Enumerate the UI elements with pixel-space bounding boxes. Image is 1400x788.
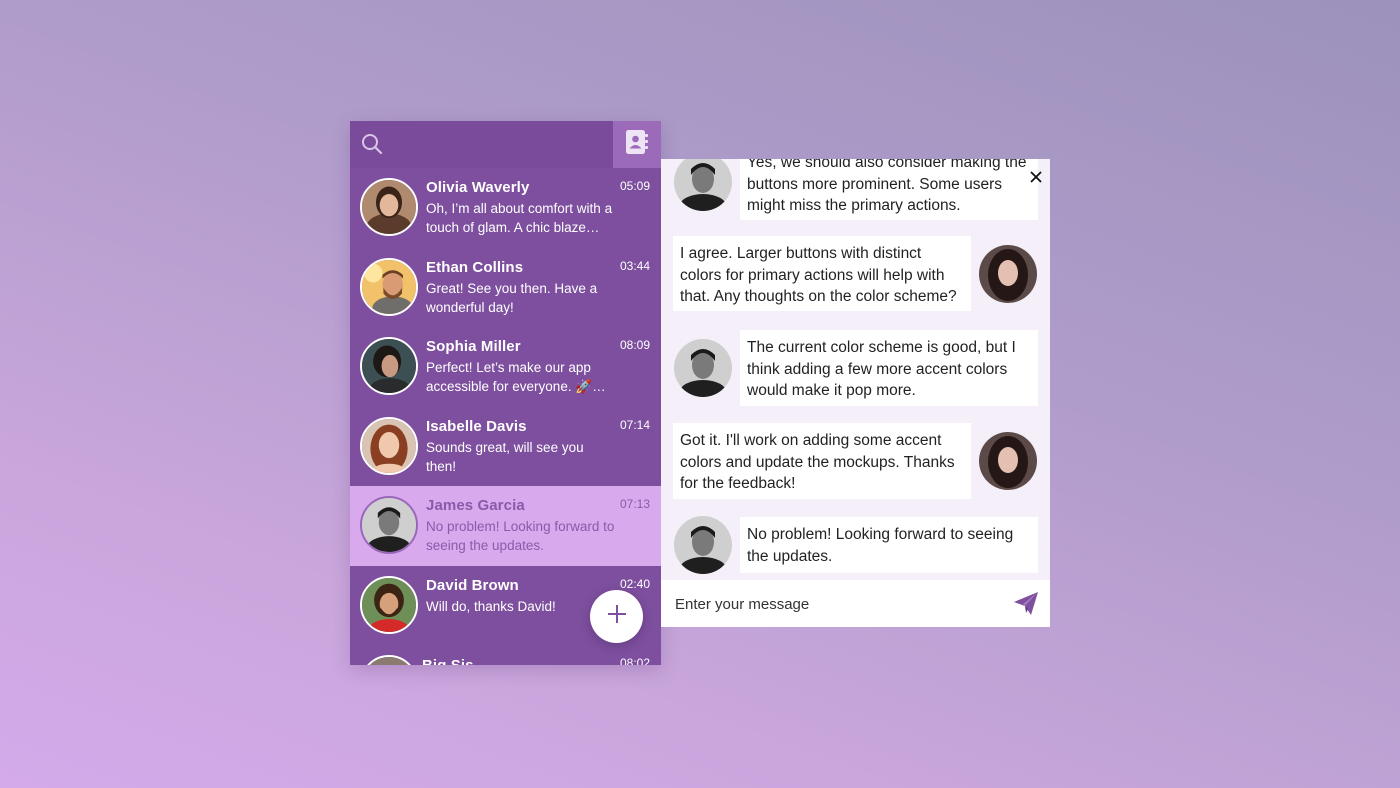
contact-item-isabelle-davis[interactable]: Isabelle Davis 07:14 Sounds great, will …: [350, 407, 661, 487]
my-avatar: [979, 245, 1037, 303]
contact-message-preview: No problem! Looking forward to seeing th…: [426, 519, 615, 553]
avatar: [360, 178, 418, 236]
my-avatar: [979, 432, 1037, 490]
contact-time: 08:09: [619, 338, 650, 352]
contact-time: 07:14: [619, 417, 650, 432]
chat-panel: Yes, we should also consider making the …: [661, 159, 1050, 627]
contact-item-sophia-miller[interactable]: Sophia Miller 08:09 Perfect! Let’s make …: [350, 327, 661, 407]
contact-message-preview: Perfect! Let’s make our app accessible f…: [426, 360, 606, 394]
contact-time: 07:13: [619, 497, 650, 511]
send-button[interactable]: [1012, 589, 1040, 617]
contact-time: 02:40: [619, 576, 650, 591]
contact-message-preview: Sounds great, will see you then!: [426, 439, 584, 474]
avatar: [360, 416, 418, 475]
message-bubble-sent: Got it. I'll work on adding some accent …: [673, 423, 971, 499]
sender-avatar: [674, 339, 732, 397]
message-bubble-sent: I agree. Larger buttons with distinct co…: [673, 236, 971, 311]
contact-message-preview: Will do, thanks David!: [426, 598, 556, 614]
paper-plane-icon: [1012, 592, 1040, 621]
contact-name: Olivia Waverly: [426, 179, 530, 196]
close-icon[interactable]: [1028, 169, 1044, 185]
contact-name: Isabelle Davis: [426, 417, 527, 435]
avatar: [360, 655, 418, 665]
contact-name: Sophia Miller: [426, 338, 521, 355]
address-book-icon: [625, 129, 649, 160]
contact-time: 08:02: [619, 656, 650, 665]
plus-icon: [606, 603, 628, 630]
contact-name: Big Sis: [422, 657, 474, 665]
contact-name: James Garcia: [426, 497, 525, 514]
message-bubble-received: No problem! Looking forward to seeing th…: [740, 517, 1038, 573]
sender-avatar: [674, 516, 732, 574]
contact-item-james-garcia[interactable]: James Garcia 07:13 No problem! Looking f…: [350, 486, 661, 566]
message-bubble-received: Yes, we should also consider making the …: [740, 159, 1038, 220]
contact-item-olivia-waverly[interactable]: Olivia Waverly 05:09 Oh, I’m all about c…: [350, 168, 661, 248]
contact-message-preview: Great! See you then. Have a wonderful da…: [426, 280, 598, 315]
avatar: [360, 337, 418, 395]
avatar: [360, 575, 418, 634]
contact-item-ethan-collins[interactable]: Ethan Collins 03:44 Great! See you then.…: [350, 248, 661, 328]
contact-time: 03:44: [619, 258, 650, 273]
new-chat-button[interactable]: [590, 590, 643, 643]
contacts-header: [350, 121, 661, 168]
contact-name: Ethan Collins: [426, 258, 524, 276]
sender-avatar: [674, 159, 732, 211]
contacts-panel: Olivia Waverly 05:09 Oh, I’m all about c…: [350, 121, 661, 665]
search-icon[interactable]: [360, 132, 384, 156]
message-composer: [661, 580, 1050, 627]
message-bubble-received: The current color scheme is good, but I …: [740, 330, 1038, 406]
contact-item-big-sis[interactable]: Big Sis 08:02: [350, 645, 661, 665]
message-input[interactable]: [673, 589, 997, 619]
avatar: [360, 496, 418, 554]
contact-name: David Brown: [426, 576, 519, 594]
contact-message-preview: Oh, I’m all about comfort with a touch o…: [426, 201, 613, 235]
avatar: [360, 257, 418, 316]
address-book-button[interactable]: [613, 121, 661, 168]
contact-time: 05:09: [619, 179, 650, 193]
